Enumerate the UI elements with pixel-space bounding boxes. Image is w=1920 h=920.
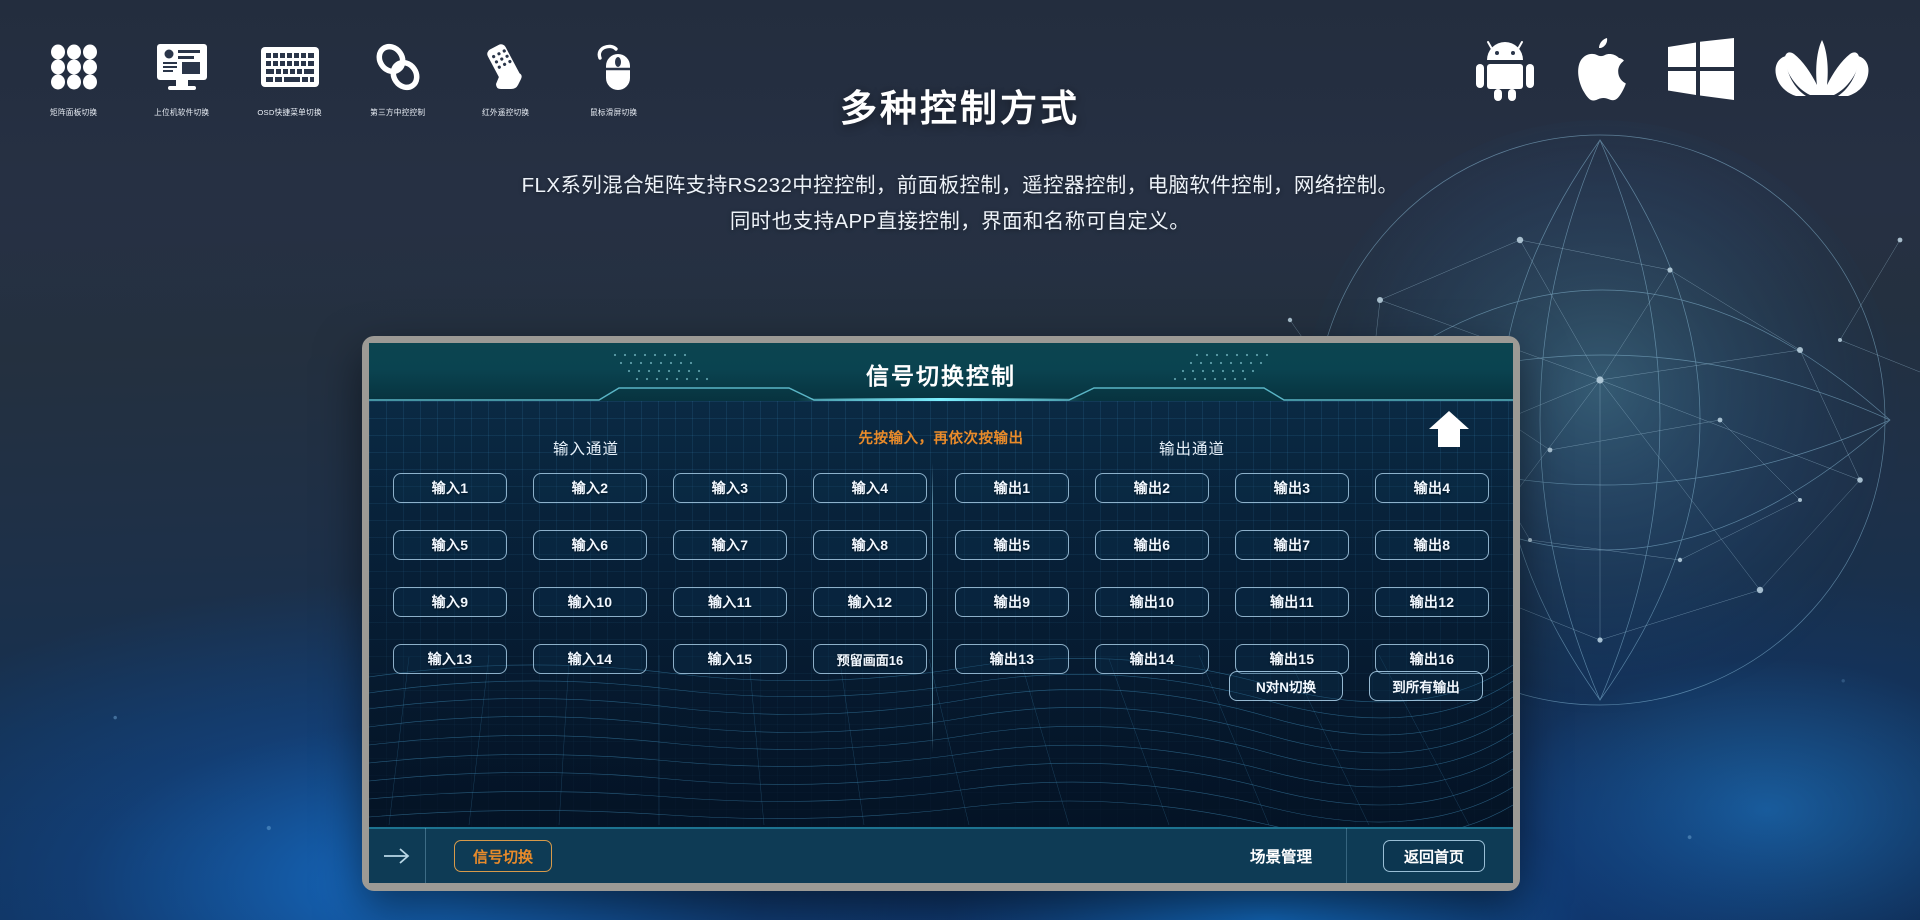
input-channel-button[interactable]: 输入11 xyxy=(673,587,787,617)
to-all-outputs-button[interactable]: 到所有输出 xyxy=(1369,671,1483,701)
input-channel-button[interactable]: 输入1 xyxy=(393,473,507,503)
input-channel-button[interactable]: 预留画面16 xyxy=(813,644,927,674)
page-title: 多种控制方式 xyxy=(840,88,1080,129)
page-description-line-2: 同时也支持APP直接控制，界面和名称可自定义。 xyxy=(729,210,1191,233)
output-channel-grid: 输出1 输出2 输出3 输出4 输出5 输出6 输出7 输出8 输出9 输出10… xyxy=(955,473,1489,674)
input-channel-button[interactable]: 输入10 xyxy=(533,587,647,617)
input-channel-button[interactable]: 输入6 xyxy=(533,530,647,560)
input-channel-button[interactable]: 输入5 xyxy=(393,530,507,560)
page-description-line-1: FLX系列混合矩阵支持RS232中控控制，前面板控制，遥控器控制，电脑软件控制，… xyxy=(521,174,1399,197)
action-button-row: N对N切换 到所有输出 xyxy=(1229,671,1483,701)
input-channel-button[interactable]: 输入15 xyxy=(673,644,787,674)
input-channel-header: 输入通道 xyxy=(553,441,620,458)
output-channel-header: 输出通道 xyxy=(1159,441,1226,458)
output-channel-button[interactable]: 输出3 xyxy=(1235,473,1349,503)
input-channel-button[interactable]: 输入7 xyxy=(673,530,787,560)
tab-signal-switch[interactable]: 信号切换 xyxy=(454,840,552,872)
input-channel-button[interactable]: 输入4 xyxy=(813,473,927,503)
right-arrow-icon[interactable] xyxy=(369,846,425,866)
output-channel-button[interactable]: 输出10 xyxy=(1095,587,1209,617)
up-arrow-icon[interactable] xyxy=(1427,409,1471,449)
output-channel-button[interactable]: 输出12 xyxy=(1375,587,1489,617)
output-channel-button[interactable]: 输出14 xyxy=(1095,644,1209,674)
output-channel-button[interactable]: 输出13 xyxy=(955,644,1069,674)
footer-divider xyxy=(425,828,426,883)
input-channel-button[interactable]: 输入13 xyxy=(393,644,507,674)
panel-body: 输入通道 输出通道 先按输入，再依次按输出 输入1 输入2 输入3 输入4 输入… xyxy=(369,401,1513,827)
page-description: FLX系列混合矩阵支持RS232中控控制，前面板控制，遥控器控制，电脑软件控制，… xyxy=(0,168,1920,240)
control-panel-screen: 信号切换控制 输入通道 输出通道 先按输入，再依次按输出 输入1 输入2 输入3… xyxy=(369,343,1513,883)
input-channel-button[interactable]: 输入12 xyxy=(813,587,927,617)
output-channel-button[interactable]: 输出15 xyxy=(1235,644,1349,674)
input-channel-button[interactable]: 输入2 xyxy=(533,473,647,503)
footer-divider-2 xyxy=(1346,828,1347,883)
output-channel-button[interactable]: 输出11 xyxy=(1235,587,1349,617)
output-channel-button[interactable]: 输出16 xyxy=(1375,644,1489,674)
n-to-n-switch-button[interactable]: N对N切换 xyxy=(1229,671,1343,701)
output-channel-button[interactable]: 输出5 xyxy=(955,530,1069,560)
output-channel-button[interactable]: 输出2 xyxy=(1095,473,1209,503)
panel-footer: 信号切换 场景管理 返回首页 xyxy=(369,827,1513,883)
control-panel-device: 信号切换控制 输入通道 输出通道 先按输入，再依次按输出 输入1 输入2 输入3… xyxy=(362,336,1520,891)
output-channel-button[interactable]: 输出1 xyxy=(955,473,1069,503)
home-button[interactable]: 返回首页 xyxy=(1383,840,1485,872)
output-channel-button[interactable]: 输出6 xyxy=(1095,530,1209,560)
input-channel-button[interactable]: 输入3 xyxy=(673,473,787,503)
input-channel-button[interactable]: 输入8 xyxy=(813,530,927,560)
column-divider xyxy=(932,463,933,753)
output-channel-button[interactable]: 输出8 xyxy=(1375,530,1489,560)
output-channel-button[interactable]: 输出7 xyxy=(1235,530,1349,560)
input-channel-button[interactable]: 输入9 xyxy=(393,587,507,617)
tab-scene-management[interactable]: 场景管理 xyxy=(1216,845,1346,867)
switch-hint-text: 先按输入，再依次按输出 xyxy=(858,431,1024,447)
panel-header: 信号切换控制 xyxy=(369,343,1513,401)
output-channel-button[interactable]: 输出9 xyxy=(955,587,1069,617)
output-channel-button[interactable]: 输出4 xyxy=(1375,473,1489,503)
input-channel-grid: 输入1 输入2 输入3 输入4 输入5 输入6 输入7 输入8 输入9 输入10… xyxy=(393,473,927,674)
input-channel-button[interactable]: 输入14 xyxy=(533,644,647,674)
